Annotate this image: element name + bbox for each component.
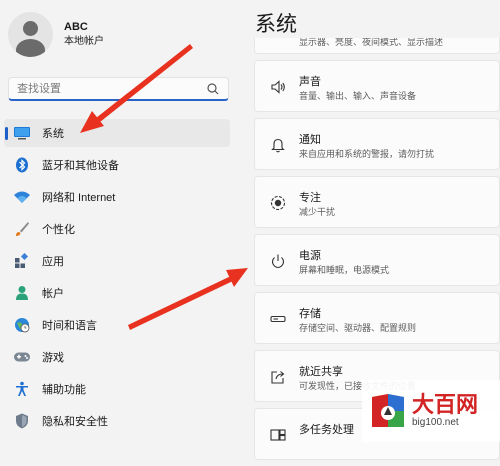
settings-card-notifications[interactable]: 通知 来自应用和系统的警报，请勿打扰 (254, 118, 500, 170)
settings-card-sound[interactable]: 声音 音量、输出、输入、声音设备 (254, 60, 500, 112)
focus-icon (270, 195, 286, 211)
watermark-title: 大百网 (412, 392, 479, 417)
accessibility-icon (13, 380, 31, 398)
user-profile[interactable]: ABC 本地帐户 (8, 12, 104, 57)
settings-card-focus[interactable]: 专注 减少干扰 (254, 176, 500, 228)
card-title: 多任务处理 (299, 424, 354, 436)
person-icon (13, 284, 31, 302)
sidebar-item-label: 个性化 (42, 224, 75, 236)
search-input[interactable] (9, 81, 204, 96)
sidebar-item-label: 辅助功能 (42, 384, 86, 396)
sidebar-item-accounts[interactable]: 帐户 (4, 279, 230, 307)
wifi-icon (13, 188, 31, 206)
globe-clock-icon (13, 316, 31, 334)
watermark-logo-icon (372, 394, 404, 427)
gamepad-icon (13, 348, 31, 366)
card-title: 声音 (299, 76, 321, 88)
card-title: 专注 (299, 192, 321, 204)
card-subtitle: 存储空间、驱动器、配置规则 (299, 323, 417, 333)
bell-icon (271, 138, 285, 153)
sidebar-item-network[interactable]: 网络和 Internet (4, 183, 230, 211)
sidebar-item-personalization[interactable]: 个性化 (4, 215, 230, 243)
sidebar-item-label: 网络和 Internet (42, 192, 116, 204)
profile-account-type: 本地帐户 (64, 36, 104, 47)
apps-icon (13, 252, 31, 270)
card-subtitle: 音量、输出、输入、声音设备 (299, 91, 417, 101)
monitor-icon (13, 124, 31, 142)
sidebar-item-apps[interactable]: 应用 (4, 247, 230, 275)
shield-icon (13, 412, 31, 430)
speaker-icon (271, 80, 285, 94)
sidebar: ABC 本地帐户 系统 蓝牙和其他设备 网络和 Internet (0, 0, 240, 442)
card-subtitle: 减少干扰 (299, 207, 336, 217)
share-icon (271, 371, 285, 384)
watermark: 大百网 big100.net (362, 380, 500, 442)
brush-icon (13, 220, 31, 238)
sidebar-item-accessibility[interactable]: 辅助功能 (4, 375, 230, 403)
sidebar-nav: 系统 蓝牙和其他设备 网络和 Internet 个性化 应用 帐户 时间和语言 … (4, 119, 230, 439)
search-icon[interactable] (204, 80, 222, 98)
sidebar-item-label: 蓝牙和其他设备 (42, 160, 119, 172)
card-subtitle: 来自应用和系统的警报，请勿打扰 (299, 149, 435, 159)
card-title: 就近共享 (299, 366, 343, 378)
sidebar-item-gaming[interactable]: 游戏 (4, 343, 230, 371)
bluetooth-icon (13, 156, 31, 174)
power-icon (271, 254, 285, 269)
sidebar-item-label: 时间和语言 (42, 320, 97, 332)
profile-name: ABC (64, 21, 88, 33)
sidebar-item-label: 系统 (42, 128, 64, 140)
card-title: 电源 (299, 250, 321, 262)
settings-card-power[interactable]: 电源 屏幕和睡眠，电源模式 (254, 234, 500, 286)
card-title: 存储 (299, 308, 321, 320)
search-box[interactable] (8, 77, 229, 101)
sidebar-item-system[interactable]: 系统 (4, 119, 230, 147)
page-title: 系统 (255, 13, 297, 36)
storage-icon (270, 315, 286, 323)
sidebar-item-label: 应用 (42, 256, 64, 268)
sidebar-item-label: 帐户 (42, 288, 64, 300)
card-title: 通知 (299, 134, 321, 146)
sidebar-item-bluetooth[interactable]: 蓝牙和其他设备 (4, 151, 230, 179)
sidebar-item-time-language[interactable]: 时间和语言 (4, 311, 230, 339)
sidebar-item-label: 游戏 (42, 352, 64, 364)
watermark-url: big100.net (412, 417, 459, 428)
multitask-icon (270, 429, 286, 441)
card-subtitle: 屏幕和睡眠，电源模式 (299, 265, 390, 275)
avatar (8, 12, 53, 57)
sidebar-item-label: 隐私和安全性 (42, 416, 108, 428)
sidebar-item-privacy[interactable]: 隐私和安全性 (4, 407, 230, 435)
main-panel: 显示器、亮度、夜间模式、显示描述 声音 音量、输出、输入、声音设备 通知 来自应… (240, 0, 500, 460)
settings-card-storage[interactable]: 存储 存储空间、驱动器、配置规则 (254, 292, 500, 344)
